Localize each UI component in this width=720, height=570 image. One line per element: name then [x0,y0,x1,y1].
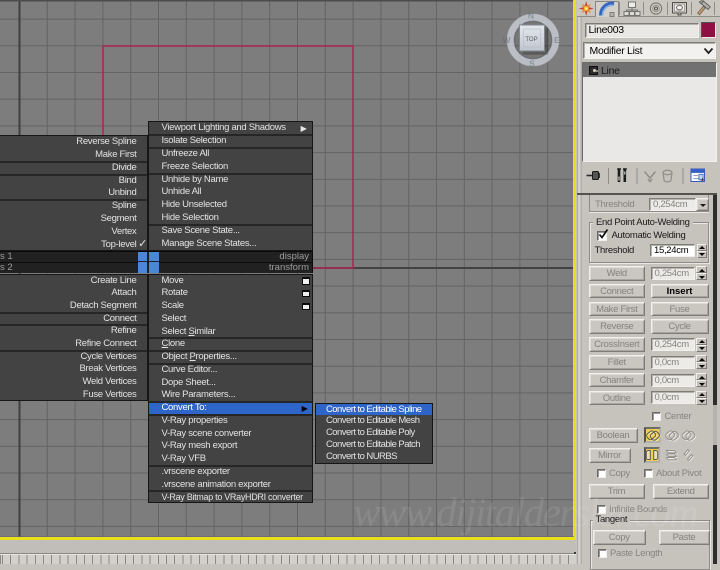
svg-text:E: E [554,35,560,45]
svg-text:S: S [529,59,535,69]
svg-text:TOP: TOP [525,37,537,43]
svg-text:W: W [502,35,511,45]
svg-text:N: N [528,11,534,21]
